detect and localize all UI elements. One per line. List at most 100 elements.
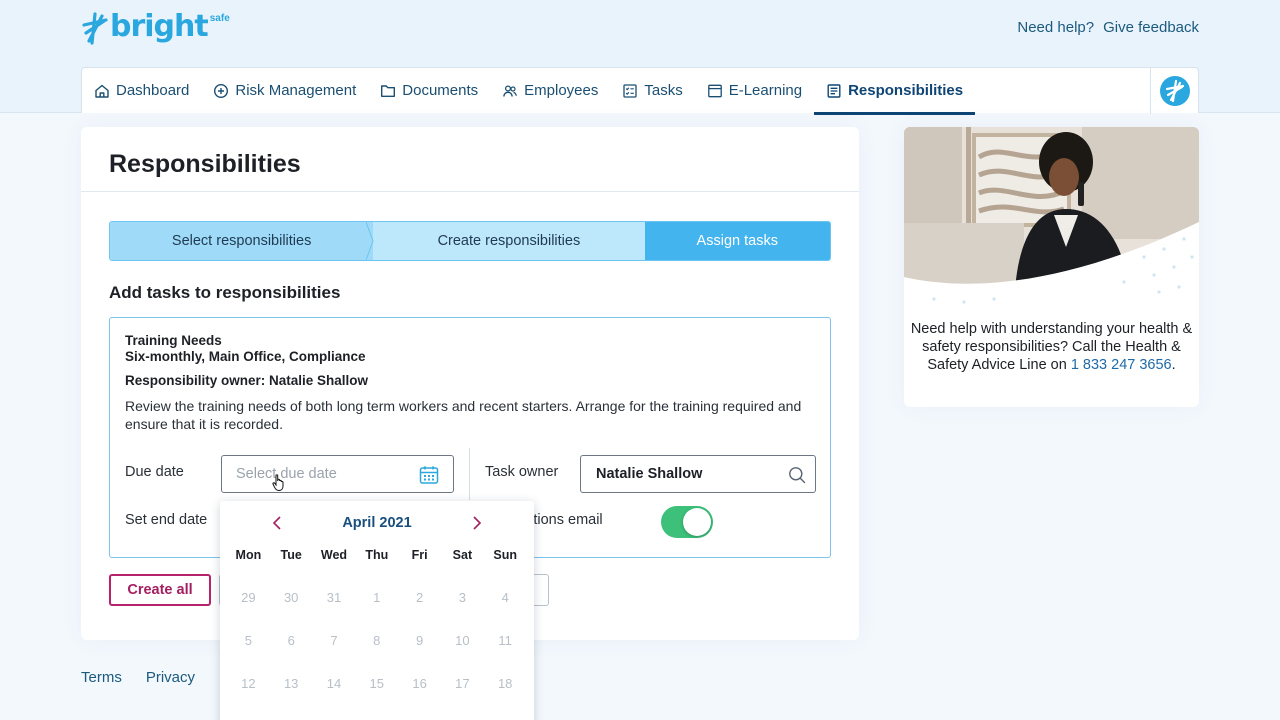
- nav-label: Risk Management: [235, 82, 357, 99]
- brightsafe-logo[interactable]: bright safe: [81, 10, 230, 46]
- task-owner-input[interactable]: Natalie Shallow: [580, 455, 816, 493]
- calendar-weekdays: Mon Tue Wed Thu Fri Sat Sun: [227, 548, 527, 566]
- nav-label: Dashboard: [116, 82, 190, 99]
- promo-photo: [904, 127, 1199, 307]
- step-label: Create responsibilities: [437, 233, 581, 249]
- progress-stepper: Select responsibilities Create responsib…: [109, 221, 831, 261]
- calendar-month: April 2021: [342, 515, 412, 531]
- advice-line-phone-link[interactable]: 1 833 247 3656: [1071, 357, 1172, 373]
- responsibility-owner: Responsibility owner: Natalie Shallow: [125, 373, 369, 388]
- calendar-day[interactable]: 8: [355, 619, 398, 662]
- promo-suffix: .: [1171, 357, 1176, 373]
- due-date-input[interactable]: Select due date: [221, 455, 454, 493]
- avatar-logo-icon: [1159, 76, 1190, 106]
- terms-link[interactable]: Terms: [81, 669, 122, 686]
- task-title: Training Needs: [125, 333, 222, 348]
- nav-item-e-learning[interactable]: E-Learning: [695, 68, 814, 114]
- page-title: Responsibilities: [109, 150, 301, 178]
- nav-label: Documents: [402, 82, 479, 99]
- give-feedback-link[interactable]: Give feedback: [1103, 19, 1199, 36]
- calendar-day[interactable]: 12: [227, 662, 270, 705]
- step-chevron-icon: [637, 222, 645, 260]
- weekday-label: Tue: [280, 548, 302, 562]
- nav-item-dashboard[interactable]: Dashboard: [82, 68, 201, 114]
- nav-label: E-Learning: [728, 82, 803, 99]
- home-icon: [95, 84, 109, 98]
- nav-label: Employees: [524, 82, 599, 99]
- folder-icon: [381, 84, 396, 97]
- end-date-label: Set end date: [125, 512, 208, 528]
- nav-item-responsibilities[interactable]: Responsibilities: [814, 68, 976, 115]
- calendar-day[interactable]: 18: [484, 662, 527, 705]
- footer-links: Terms Privacy: [81, 669, 195, 686]
- help-promo-card: Need help with understanding your health…: [904, 127, 1199, 407]
- weekday-label: Fri: [411, 548, 428, 562]
- calendar-day[interactable]: 11: [484, 619, 527, 662]
- calendar-day[interactable]: 31: [313, 576, 356, 619]
- browser-icon: [707, 84, 722, 97]
- calendar-day[interactable]: 13: [270, 662, 313, 705]
- task-owner-label: Task owner: [485, 464, 559, 480]
- calendar-day[interactable]: 7: [313, 619, 356, 662]
- step-select-responsibilities[interactable]: Select responsibilities: [110, 222, 374, 260]
- document-icon: [827, 83, 841, 98]
- calendar-day[interactable]: 29: [227, 576, 270, 619]
- calendar-day[interactable]: 30: [270, 576, 313, 619]
- step-label: Select responsibilities: [171, 233, 312, 249]
- nav-item-documents[interactable]: Documents: [368, 68, 490, 114]
- calendar-day[interactable]: 17: [441, 662, 484, 705]
- calendar-day[interactable]: 16: [398, 662, 441, 705]
- nav-item-employees[interactable]: Employees: [490, 68, 610, 114]
- notifications-email-toggle[interactable]: [661, 506, 713, 538]
- step-chevron-icon: [366, 222, 374, 260]
- calendar-day[interactable]: 5: [227, 619, 270, 662]
- search-icon[interactable]: [788, 466, 806, 484]
- calendar-header: April 2021: [220, 513, 534, 533]
- calendar-day[interactable]: 15: [355, 662, 398, 705]
- task-frequency: Six-monthly, Main Office, Compliance: [125, 349, 366, 364]
- hand-cursor-icon: [272, 474, 284, 492]
- weekday-label: Sat: [452, 548, 473, 562]
- calendar-days: 29 30 31 1 2 3 4 5 6 7 8 9 10 11 12 13 1…: [227, 576, 527, 705]
- main-nav: Dashboard Risk Management Documents Empl…: [81, 67, 1199, 115]
- calendar-icon[interactable]: [419, 465, 439, 485]
- nav-label: Responsibilities: [848, 82, 964, 99]
- logo-wordmark: bright: [110, 9, 209, 44]
- user-avatar-button[interactable]: [1150, 68, 1198, 114]
- calendar-day[interactable]: 6: [270, 619, 313, 662]
- nav-label: Tasks: [644, 82, 683, 99]
- logo-star-icon: [82, 12, 108, 45]
- task-name: Training Needs Six-monthly, Main Office,…: [125, 333, 366, 365]
- calendar-day[interactable]: 3: [441, 576, 484, 619]
- toggle-knob: [683, 508, 711, 536]
- task-owner-value: Natalie Shallow: [596, 466, 703, 482]
- plus-circle-icon: [214, 83, 229, 98]
- calendar-day[interactable]: 10: [441, 619, 484, 662]
- due-date-placeholder: Select due date: [236, 466, 337, 482]
- privacy-link[interactable]: Privacy: [146, 669, 195, 686]
- field-divider: [469, 448, 470, 500]
- step-label: Assign tasks: [696, 233, 778, 249]
- nav-item-risk-management[interactable]: Risk Management: [201, 68, 368, 114]
- chevron-right-icon[interactable]: [470, 513, 484, 533]
- calendar-day[interactable]: 4: [484, 576, 527, 619]
- promo-text: Need help with understanding your health…: [910, 320, 1193, 374]
- logo-superscript: safe: [209, 13, 230, 24]
- weekday-label: Mon: [235, 548, 262, 562]
- section-title: Add tasks to responsibilities: [109, 283, 341, 302]
- step-assign-tasks[interactable]: Assign tasks: [644, 222, 830, 260]
- date-picker-popup: April 2021 Mon Tue Wed Thu Fri Sat Sun 2…: [220, 501, 534, 720]
- step-create-responsibilities[interactable]: Create responsibilities: [373, 222, 645, 260]
- calendar-day[interactable]: 14: [313, 662, 356, 705]
- weekday-label: Wed: [320, 548, 348, 562]
- header-links: Need help? Give feedback: [1017, 19, 1199, 36]
- calendar-day[interactable]: 1: [355, 576, 398, 619]
- nav-item-tasks[interactable]: Tasks: [610, 68, 694, 114]
- people-icon: [503, 84, 518, 97]
- need-help-link[interactable]: Need help?: [1017, 19, 1094, 36]
- title-divider: [81, 191, 859, 192]
- calendar-day[interactable]: 9: [398, 619, 441, 662]
- calendar-day[interactable]: 2: [398, 576, 441, 619]
- create-all-button[interactable]: Create all: [109, 574, 211, 606]
- weekday-label: Thu: [365, 548, 389, 562]
